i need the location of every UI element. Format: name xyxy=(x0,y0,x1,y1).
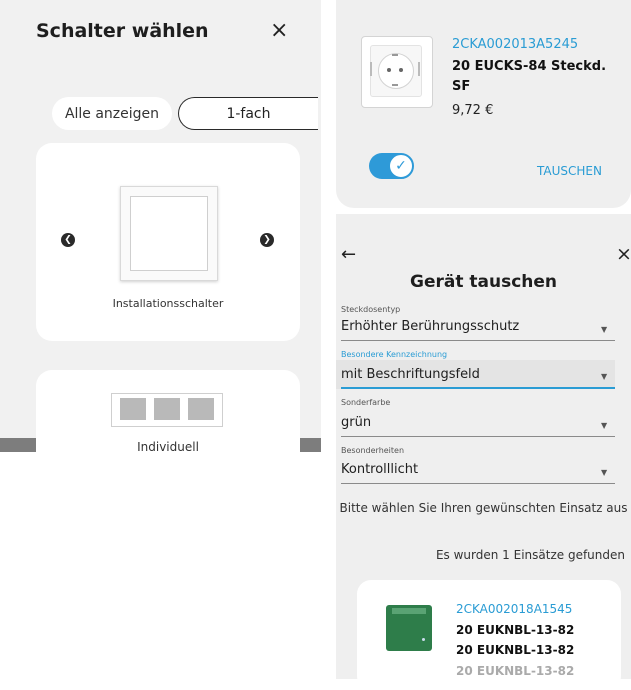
filter-all-button[interactable]: Alle anzeigen xyxy=(52,97,172,130)
field-underline xyxy=(341,483,615,484)
close-icon[interactable]: × xyxy=(270,18,288,43)
replace-button[interactable]: TAUSCHEN xyxy=(537,164,602,178)
field-underline-active xyxy=(341,387,615,389)
chevron-down-icon[interactable]: ▼ xyxy=(601,468,607,477)
switch-rocker xyxy=(130,196,208,271)
prev-arrow-icon[interactable]: ❮ xyxy=(61,233,75,247)
switch-card-label: Installationsschalter xyxy=(112,297,224,310)
field-label: Sonderfarbe xyxy=(341,398,391,407)
scroll-divider xyxy=(0,438,36,452)
chevron-down-icon[interactable]: ▼ xyxy=(601,421,607,430)
individual-slot-icon xyxy=(120,398,146,420)
insert-label-strip xyxy=(392,608,426,614)
close-icon[interactable]: × xyxy=(616,243,631,265)
frame-mark xyxy=(418,62,420,76)
individual-slot-icon xyxy=(188,398,214,420)
marking-select[interactable]: mit Beschriftungsfeld xyxy=(341,367,480,382)
field-underline xyxy=(341,436,615,437)
next-arrow-icon[interactable]: ❯ xyxy=(260,233,274,247)
back-arrow-icon[interactable]: ← xyxy=(341,244,356,265)
individual-slot-icon xyxy=(154,398,180,420)
frame-mark xyxy=(370,62,372,76)
field-label: Besondere Kennzeichnung xyxy=(341,350,448,359)
selection-hint: Bitte wählen Sie Ihren gewünschten Einsa… xyxy=(339,501,628,515)
result-name-faded: 20 EUKNBL-13-82 xyxy=(456,664,575,678)
insert-indicator xyxy=(422,638,425,641)
socket-ground-clip xyxy=(392,54,398,56)
filter-1fach-button[interactable]: 1-fach xyxy=(178,97,318,130)
individual-card-label: Individuell xyxy=(137,440,199,452)
chevron-down-icon[interactable]: ▼ xyxy=(601,372,607,381)
results-count: Es wurden 1 Einsätze gefunden xyxy=(435,548,625,562)
result-article-number: 2CKA002018A1545 xyxy=(456,602,573,616)
field-label: Besonderheiten xyxy=(341,446,405,455)
socket-type-select[interactable]: Erhöhter Berührungsschutz xyxy=(341,319,519,334)
result-name: 20 EUKNBL-13-82 xyxy=(456,623,575,637)
field-label: Steckdosentyp xyxy=(341,305,401,314)
socket-pin xyxy=(387,68,391,72)
result-name: 20 EUKNBL-13-82 xyxy=(456,643,575,657)
socket-ground-clip xyxy=(392,84,398,86)
chevron-down-icon[interactable]: ▼ xyxy=(601,325,607,334)
article-number: 2CKA002013A5245 xyxy=(452,37,579,52)
socket-pin xyxy=(399,68,403,72)
check-icon[interactable]: ✓ xyxy=(388,153,414,179)
dialog-title: Gerät tauschen xyxy=(409,272,557,292)
special-color-select[interactable]: grün xyxy=(341,415,371,430)
switch-selection-panel: Schalter wählen × Alle anzeigen 1-fach ❮… xyxy=(0,0,321,452)
panel-title: Schalter wählen xyxy=(36,20,209,42)
scroll-divider xyxy=(300,438,321,452)
field-underline xyxy=(341,340,615,341)
device-price: 9,72 € xyxy=(452,103,494,118)
device-name: 20 EUCKS-84 Steckd. SF xyxy=(452,59,607,94)
features-select[interactable]: Kontrolllicht xyxy=(341,462,418,477)
